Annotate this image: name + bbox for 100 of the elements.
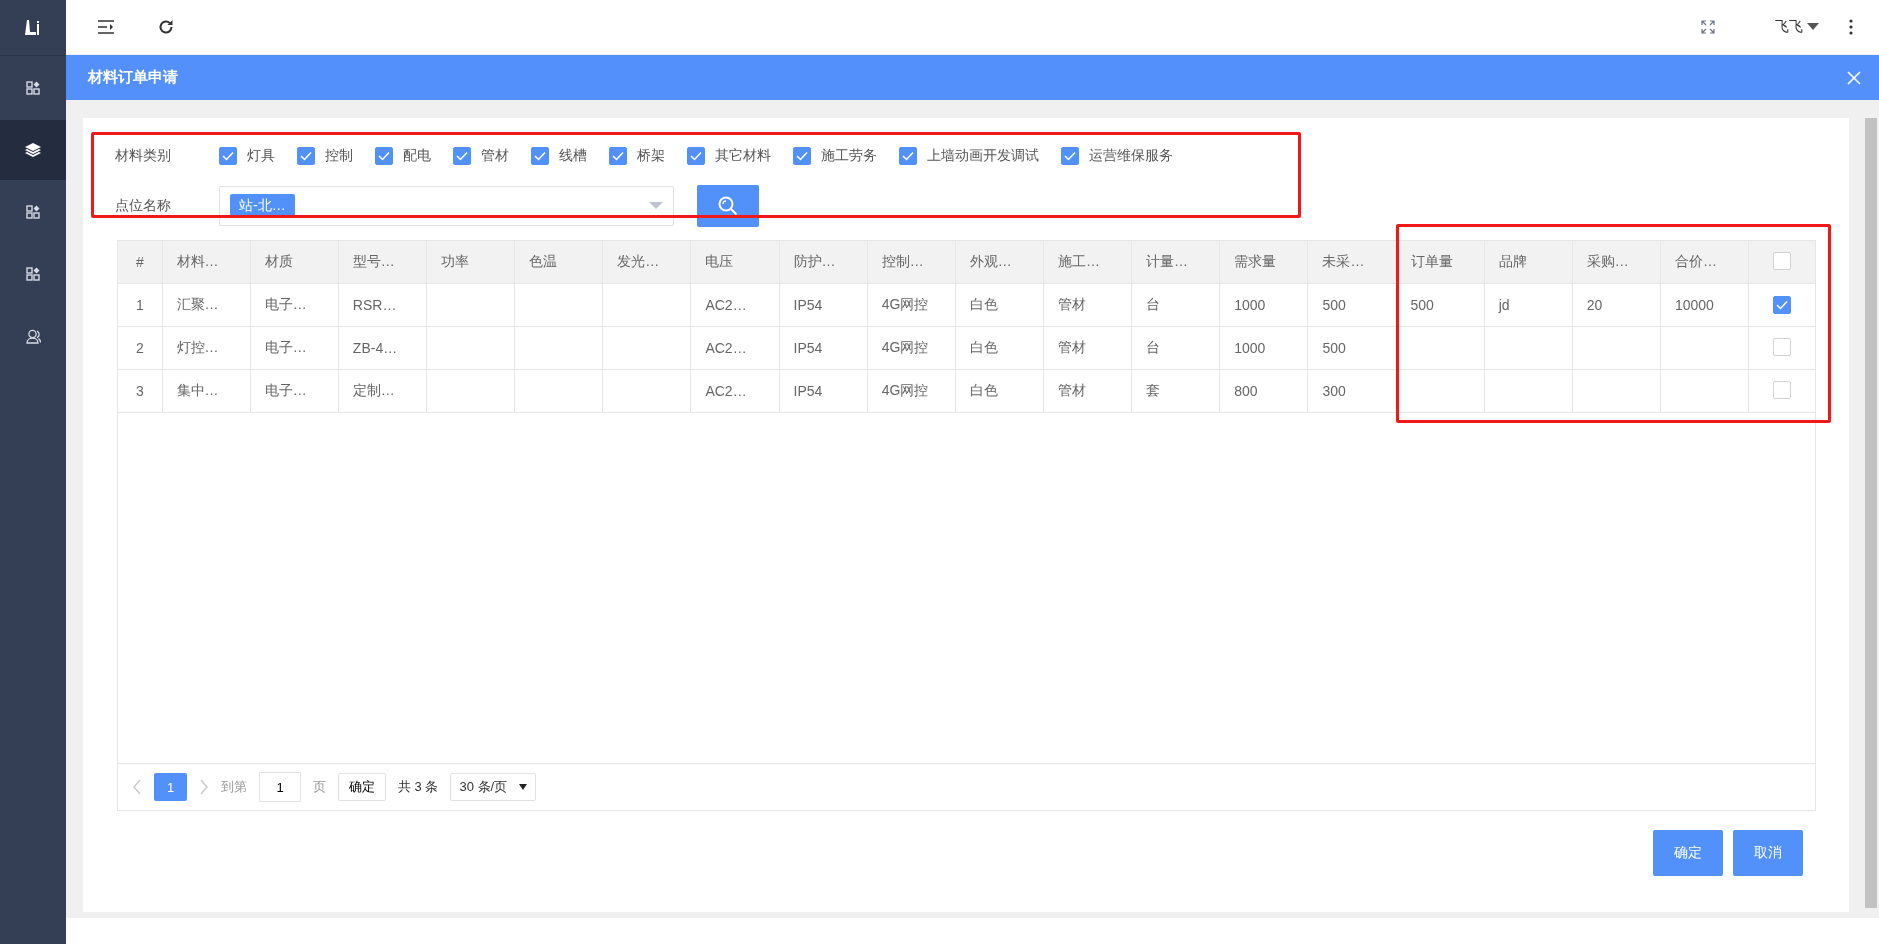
column-header: 型号… — [338, 241, 427, 284]
checkbox-label[interactable]: 管材 — [481, 147, 509, 165]
refresh-icon[interactable] — [158, 19, 174, 35]
checkbox[interactable] — [687, 147, 705, 165]
table-cell: RSR… — [338, 283, 427, 327]
checkbox-label[interactable]: 配电 — [403, 147, 431, 165]
grid-icon[interactable] — [26, 81, 40, 95]
table-cell: IP54 — [779, 326, 868, 370]
table-cell: 3 — [118, 369, 163, 413]
sidebar-item[interactable] — [0, 120, 66, 180]
search-icon — [718, 196, 738, 216]
chevron-right-icon[interactable] — [199, 779, 209, 795]
table-cell: 汇聚… — [162, 283, 251, 327]
column-header: 采购… — [1572, 241, 1661, 284]
table-cell: 管材 — [1043, 369, 1132, 413]
column-header: 控制… — [867, 241, 956, 284]
table-cell: ZB-4… — [338, 326, 427, 370]
table-cell: 500 — [1307, 283, 1397, 327]
dialog-title: 材料订单申请 — [88, 68, 179, 87]
menu-fold-icon[interactable] — [98, 20, 114, 34]
table-cell: 白色 — [955, 369, 1044, 413]
checkbox-label[interactable]: 其它材料 — [715, 147, 771, 165]
search-button[interactable] — [697, 185, 759, 227]
checkbox[interactable] — [609, 147, 627, 165]
checkbox[interactable] — [531, 147, 549, 165]
goto-label: 到第 — [221, 778, 247, 796]
table-cell: 台 — [1131, 326, 1220, 370]
grid-icon[interactable] — [26, 267, 40, 281]
checkbox[interactable] — [1773, 380, 1792, 399]
checkbox[interactable] — [1773, 251, 1792, 270]
table-cell: 1000 — [1219, 283, 1308, 327]
check-icon — [378, 151, 390, 161]
table-cell: 4G网控 — [867, 326, 956, 370]
goto-button[interactable]: 确定 — [338, 773, 386, 801]
checkbox-label[interactable]: 灯具 — [247, 147, 275, 165]
column-header: 电压 — [690, 241, 780, 284]
total-count: 共 3 条 — [398, 778, 439, 796]
table-cell: 定制… — [338, 369, 427, 413]
table-cell: 灯控… — [162, 326, 251, 370]
caret-down-icon — [519, 784, 528, 790]
check-icon — [534, 151, 546, 161]
checkbox[interactable] — [793, 147, 811, 165]
column-header: 计量… — [1131, 241, 1220, 284]
check-icon — [690, 151, 702, 161]
checkbox-label[interactable]: 线槽 — [559, 147, 587, 165]
checkbox-label[interactable]: 桥架 — [637, 147, 665, 165]
checkbox[interactable] — [1773, 296, 1792, 314]
user-menu[interactable]: 飞飞 — [1775, 18, 1819, 36]
column-header: 施工… — [1043, 241, 1132, 284]
table-cell: AC2… — [690, 369, 780, 413]
column-header: 防护… — [779, 241, 868, 284]
table-cell: IP54 — [779, 369, 868, 413]
check-icon — [1776, 300, 1789, 310]
checkbox[interactable] — [297, 147, 315, 165]
page-size-select[interactable]: 30 条/页 — [450, 773, 537, 801]
table-cell: 300 — [1307, 369, 1397, 413]
column-header: 外观… — [955, 241, 1044, 284]
table-cell: 电子… — [250, 369, 339, 413]
checkbox-label[interactable]: 控制 — [325, 147, 353, 165]
checkbox[interactable] — [899, 147, 917, 165]
checkbox-label[interactable]: 施工劳务 — [821, 147, 877, 165]
table-cell: 电子… — [250, 326, 339, 370]
close-icon[interactable] — [1847, 70, 1861, 85]
table-cell: 白色 — [955, 283, 1044, 327]
checkbox[interactable] — [219, 147, 237, 165]
checkbox[interactable] — [1061, 147, 1079, 165]
field-label: 材料类别 — [115, 147, 172, 165]
table-cell: 白色 — [955, 326, 1044, 370]
check-icon — [612, 151, 624, 161]
user-icon[interactable] — [25, 328, 41, 344]
check-icon — [1064, 151, 1076, 161]
checkbox-label[interactable]: 运营维保服务 — [1089, 147, 1173, 165]
scrollbar-thumb[interactable] — [1865, 118, 1877, 908]
column-header: 色温 — [514, 241, 603, 284]
page-input[interactable]: 1 — [259, 772, 301, 802]
fullscreen-icon[interactable] — [1701, 20, 1715, 34]
grid-icon[interactable] — [26, 205, 40, 219]
table-cell: jd — [1484, 283, 1573, 327]
table-cell: AC2… — [690, 326, 780, 370]
checkbox[interactable] — [1773, 337, 1792, 356]
table-cell: 500 — [1396, 283, 1485, 327]
check-icon — [796, 151, 808, 161]
logo-icon[interactable] — [24, 19, 42, 36]
column-header: 发光… — [602, 241, 691, 284]
column-header: 合价… — [1660, 241, 1749, 284]
column-header: # — [118, 241, 163, 284]
column-header: 材料… — [162, 241, 251, 284]
column-header: 材质 — [250, 241, 339, 284]
more-vertical-icon[interactable] — [1849, 19, 1853, 35]
column-header: 功率 — [426, 241, 515, 284]
layers-icon[interactable] — [25, 143, 41, 157]
table-cell: 集中… — [162, 369, 251, 413]
check-icon — [222, 151, 234, 161]
table-cell: 4G网控 — [867, 283, 956, 327]
checkbox[interactable] — [375, 147, 393, 165]
table-cell: 1000 — [1219, 326, 1308, 370]
chevron-left-icon[interactable] — [132, 779, 142, 795]
checkbox-label[interactable]: 上墙动画开发调试 — [927, 147, 1039, 165]
table-cell: 台 — [1131, 283, 1220, 327]
checkbox[interactable] — [453, 147, 471, 165]
